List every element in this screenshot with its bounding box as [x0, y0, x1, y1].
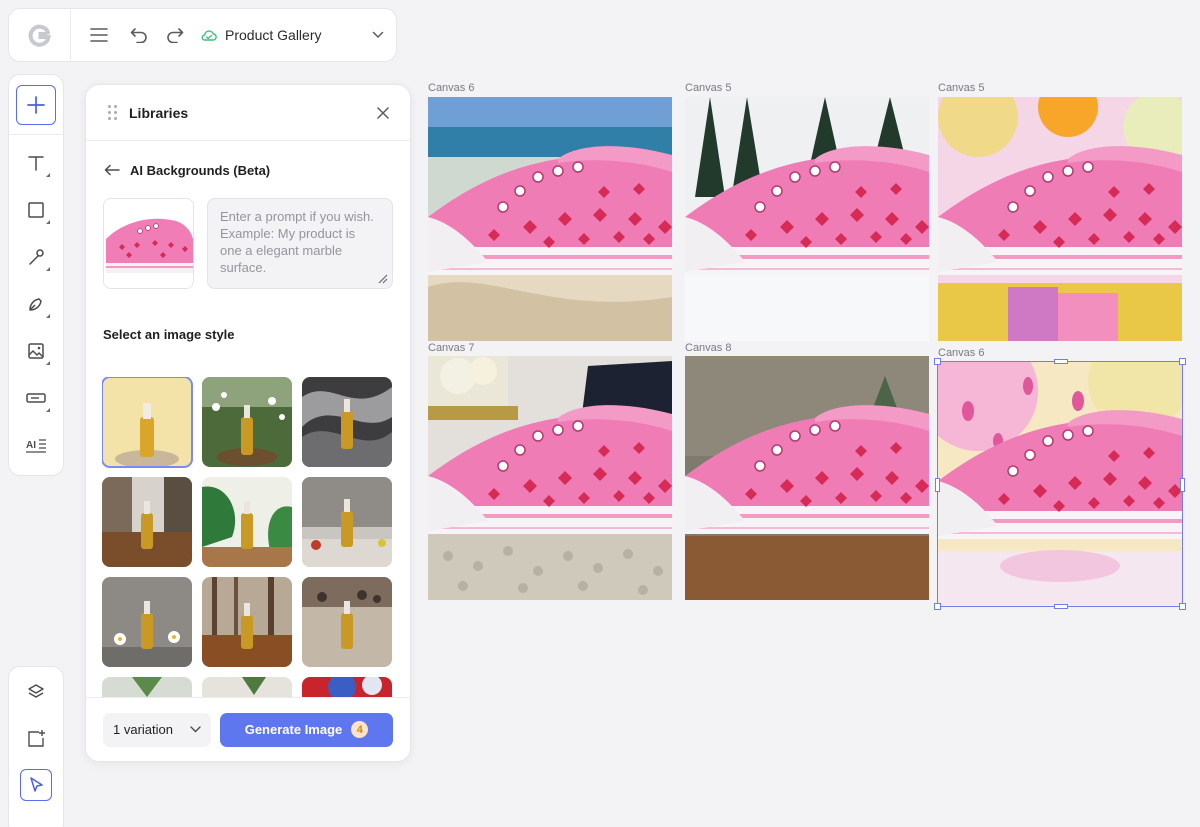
canvas-label: Canvas 5	[685, 82, 732, 94]
canvas-beach[interactable]	[428, 97, 672, 341]
add-element-button[interactable]	[16, 85, 56, 125]
tool-bar: AI	[8, 74, 64, 476]
cursor-icon	[30, 777, 43, 792]
resize-grip-icon[interactable]	[376, 272, 388, 284]
text-icon	[28, 156, 44, 171]
image-tool[interactable]	[16, 331, 56, 371]
panel-header: Libraries	[86, 85, 410, 141]
style-option-cafe[interactable]	[102, 477, 192, 567]
generate-image-button[interactable]: Generate Image 4	[220, 712, 393, 747]
style-option-pattern[interactable]	[302, 677, 392, 697]
libraries-panel: Libraries AI Backgrounds (Beta) Enter a …	[85, 84, 411, 762]
canvas-label: Canvas 8	[685, 342, 732, 354]
prompt-placeholder: Enter a prompt if you wish. Example: My …	[220, 209, 374, 275]
canvas-label: Canvas 7	[428, 342, 475, 354]
redo-button[interactable]	[157, 17, 193, 53]
select-tool[interactable]	[20, 769, 52, 801]
project-name: Product Gallery	[225, 27, 322, 43]
style-option-studio[interactable]	[102, 377, 193, 468]
menu-button[interactable]	[81, 17, 117, 53]
style-grid	[102, 377, 396, 697]
ai-text-icon: AI	[26, 439, 46, 453]
style-option-autumn[interactable]	[202, 577, 292, 667]
pen-icon	[29, 298, 42, 311]
ai-text-tool[interactable]: AI	[16, 425, 56, 465]
canvas-label: Canvas 6	[428, 82, 475, 94]
style-option-beach[interactable]	[302, 577, 392, 667]
submenu-indicator	[46, 314, 50, 318]
section-header: AI Backgrounds (Beta)	[86, 159, 410, 181]
section-title: AI Backgrounds (Beta)	[130, 162, 271, 178]
plus-icon	[27, 96, 45, 114]
canvas-forest[interactable]	[685, 356, 929, 600]
panel-title: Libraries	[129, 104, 189, 121]
canvas-candy[interactable]	[938, 97, 1182, 341]
chevron-down-icon	[372, 31, 384, 39]
shape-tool[interactable]	[16, 190, 56, 230]
redo-icon	[167, 28, 184, 43]
logo-icon	[28, 24, 51, 47]
variation-value: 1 variation	[113, 722, 173, 737]
layers-button[interactable]	[19, 675, 53, 709]
cloud-icon	[201, 30, 217, 41]
style-option-moss[interactable]	[202, 377, 292, 467]
app-logo[interactable]	[9, 9, 71, 61]
panel-footer: 1 variation Generate Image 4	[86, 697, 410, 761]
style-option-bathroom[interactable]	[202, 677, 292, 697]
prompt-input[interactable]: Enter a prompt if you wish. Example: My …	[207, 198, 393, 289]
variation-select[interactable]: 1 variation	[103, 712, 211, 747]
style-option-daisies[interactable]	[102, 577, 192, 667]
style-label: Select an image style	[103, 327, 235, 342]
brush-tool[interactable]	[16, 237, 56, 277]
square-icon	[28, 202, 44, 218]
brush-icon	[29, 249, 44, 265]
canvas-petals[interactable]	[938, 361, 1182, 605]
layers-icon	[28, 684, 44, 698]
submenu-indicator	[46, 408, 50, 412]
button-icon	[26, 393, 46, 403]
add-frame-icon	[28, 730, 45, 747]
drag-handle-icon[interactable]	[108, 105, 117, 120]
generate-label: Generate Image	[244, 722, 343, 737]
style-option-kitchen[interactable]	[302, 477, 392, 567]
top-bar: Product Gallery	[8, 8, 397, 62]
submenu-indicator	[46, 267, 50, 271]
undo-icon	[130, 28, 147, 43]
product-thumbnail[interactable]	[103, 198, 194, 289]
text-tool[interactable]	[16, 143, 56, 183]
pen-tool[interactable]	[16, 284, 56, 324]
style-option-satin[interactable]	[302, 377, 392, 467]
canvas-label: Canvas 5	[938, 82, 985, 94]
submenu-indicator	[46, 361, 50, 365]
project-selector[interactable]: Product Gallery	[201, 27, 396, 43]
button-tool[interactable]	[16, 378, 56, 418]
image-icon	[28, 343, 44, 359]
submenu-indicator	[46, 220, 50, 224]
submenu-indicator	[46, 173, 50, 177]
add-frame-button[interactable]	[19, 722, 53, 756]
bottom-tool-bar	[8, 666, 64, 827]
chevron-down-icon	[190, 726, 201, 733]
style-option-plant[interactable]	[102, 677, 192, 697]
canvas-room[interactable]	[428, 356, 672, 600]
undo-button[interactable]	[121, 17, 157, 53]
canvas-label: Canvas 6	[938, 347, 985, 359]
back-arrow-icon[interactable]	[104, 164, 120, 176]
credits-badge: 4	[351, 721, 369, 738]
toolbar-divider	[8, 134, 64, 135]
svg-text:AI: AI	[26, 440, 36, 451]
canvas-snow[interactable]	[685, 97, 929, 341]
hamburger-icon	[90, 28, 108, 42]
style-option-monstera[interactable]	[202, 477, 292, 567]
prompt-row: Enter a prompt if you wish. Example: My …	[86, 198, 410, 289]
close-icon[interactable]	[376, 106, 390, 120]
